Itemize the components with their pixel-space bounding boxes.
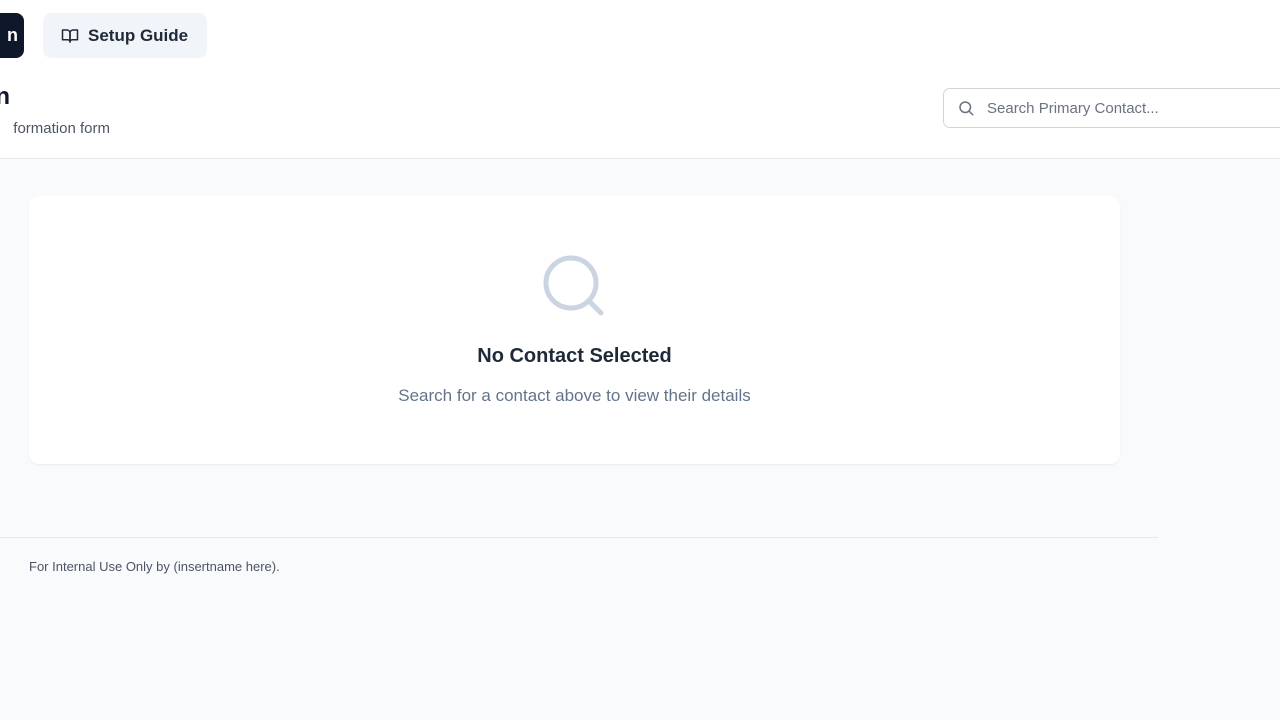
search-icon (957, 99, 975, 117)
footer-divider (0, 537, 1158, 538)
page-title: n (0, 83, 10, 110)
book-open-icon (61, 27, 79, 45)
search-box[interactable] (943, 88, 1280, 128)
page-subtitle: formation form (13, 120, 110, 137)
primary-action-button[interactable]: n (0, 13, 24, 58)
empty-state-title: No Contact Selected (477, 345, 672, 367)
page-subtitle-wrap: formation form (0, 119, 110, 139)
footer-text: For Internal Use Only by (insertname her… (29, 559, 280, 574)
search-input[interactable] (985, 98, 1280, 118)
empty-state-description: Search for a contact above to view their… (398, 386, 751, 405)
empty-state-card: No Contact Selected Search for a contact… (29, 196, 1120, 464)
app-page: n Setup Guide n formation form Search Pr… (0, 0, 1280, 720)
search-icon (542, 254, 608, 320)
setup-guide-button[interactable]: Setup Guide (43, 13, 207, 58)
setup-guide-label: Setup Guide (88, 25, 189, 45)
page-header: n Setup Guide n formation form (0, 0, 1280, 159)
page-title-wrap: n (0, 82, 10, 112)
